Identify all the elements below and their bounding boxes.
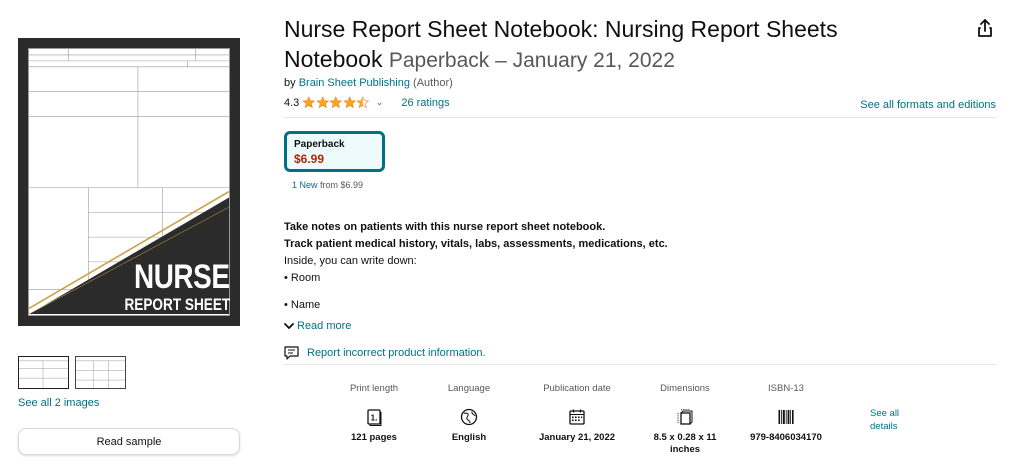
detail-print-length: Print length 1. 121 pages bbox=[330, 382, 418, 456]
globe-icon bbox=[460, 402, 478, 432]
format-name: Paperback bbox=[294, 139, 345, 150]
product-details-carousel: Print length 1. 121 pages Language Engli… bbox=[330, 382, 836, 456]
description-bullet: • Name bbox=[284, 299, 321, 311]
cover-subtitle: REPORT SHEET bbox=[124, 295, 230, 314]
barcode-icon bbox=[777, 402, 795, 432]
detail-label: Print length bbox=[349, 383, 399, 394]
star-full-icon bbox=[343, 96, 356, 109]
svg-text:1.: 1. bbox=[371, 414, 378, 423]
author-link[interactable]: Brain Sheet Publishing bbox=[299, 77, 410, 89]
star-full-icon bbox=[316, 96, 329, 109]
report-icon bbox=[284, 346, 299, 360]
star-full-icon bbox=[329, 96, 343, 109]
thumbnail-form-preview bbox=[19, 357, 68, 388]
detail-label: Language bbox=[447, 383, 491, 394]
detail-value: January 21, 2022 bbox=[538, 432, 616, 443]
see-all-details-link[interactable]: See all details bbox=[870, 407, 910, 433]
see-all-images-link[interactable]: See all 2 images bbox=[18, 397, 99, 409]
detail-value: 979-8406034170 bbox=[750, 432, 822, 443]
byline: by Brain Sheet Publishing (Author) bbox=[284, 77, 453, 89]
description-bullet: • Room bbox=[284, 272, 321, 284]
rating-dropdown-chevron-icon[interactable]: ⌄ bbox=[376, 97, 384, 108]
rating-row: 4.3 ⌄ 26 ratings bbox=[284, 96, 450, 109]
detail-language: Language English bbox=[418, 382, 520, 456]
see-all-formats-link[interactable]: See all formats and editions bbox=[860, 99, 996, 111]
dimensions-icon bbox=[676, 402, 694, 432]
detail-value: 8.5 x 0.28 x 11 inches bbox=[653, 432, 717, 455]
product-description: Take notes on patients with this nurse r… bbox=[284, 219, 984, 314]
description-line: Inside, you can write down: bbox=[284, 255, 417, 267]
thumbnail-2[interactable] bbox=[75, 356, 126, 389]
read-more-link[interactable]: Read more bbox=[284, 320, 351, 332]
new-offers-link[interactable]: 1 New bbox=[292, 180, 318, 190]
detail-value: English bbox=[451, 432, 487, 443]
detail-value: 121 pages bbox=[351, 432, 397, 443]
detail-label: Publication date bbox=[543, 383, 611, 394]
read-more-label: Read more bbox=[297, 320, 352, 332]
description-line: Take notes on patients with this nurse r… bbox=[284, 221, 606, 233]
share-icon[interactable] bbox=[976, 18, 994, 38]
rating-value: 4.3 bbox=[284, 96, 300, 109]
author-role: (Author) bbox=[413, 77, 453, 89]
thumbnail-form-preview bbox=[76, 357, 125, 388]
format-price: $6.99 bbox=[294, 152, 325, 166]
thumbnail-strip bbox=[18, 356, 126, 389]
product-title-format: Paperback – January 21, 2022 bbox=[388, 49, 675, 72]
detail-publication-date: Publication date January 21, 2022 bbox=[520, 382, 634, 456]
star-half-icon bbox=[356, 96, 370, 109]
see-all-details-label: See all details bbox=[870, 408, 900, 432]
format-option-paperback[interactable]: Paperback $6.99 bbox=[284, 131, 385, 172]
read-sample-button[interactable]: Read sample bbox=[18, 428, 240, 455]
detail-isbn: ISBN-13 979-8406034170 bbox=[736, 382, 836, 456]
divider bbox=[284, 117, 996, 118]
book-cover-image[interactable]: NURSE REPORT SHEET bbox=[18, 38, 240, 326]
star-rating[interactable] bbox=[302, 96, 370, 109]
cover-title: NURSE bbox=[134, 258, 230, 296]
new-from-price: from $6.99 bbox=[320, 180, 364, 190]
chevron-down-icon bbox=[284, 323, 294, 329]
calendar-icon bbox=[568, 402, 586, 432]
report-label: Report incorrect product information. bbox=[307, 347, 486, 359]
detail-label: ISBN-13 bbox=[768, 383, 804, 394]
new-offers: 1 New from $6.99 bbox=[292, 180, 363, 190]
pages-icon: 1. bbox=[365, 402, 383, 432]
divider bbox=[284, 364, 996, 365]
star-full-icon bbox=[302, 96, 316, 109]
byline-prefix: by bbox=[284, 77, 296, 89]
product-title: Nurse Report Sheet Notebook: Nursing Rep… bbox=[284, 14, 924, 76]
thumbnail-1[interactable] bbox=[18, 356, 69, 389]
detail-label: Dimensions bbox=[660, 383, 710, 394]
description-line: Track patient medical history, vitals, l… bbox=[284, 238, 668, 250]
detail-dimensions: Dimensions 8.5 x 0.28 x 11 inches bbox=[634, 382, 736, 456]
ratings-count-link[interactable]: 26 ratings bbox=[401, 97, 449, 109]
report-incorrect-info-link[interactable]: Report incorrect product information. bbox=[284, 346, 486, 360]
